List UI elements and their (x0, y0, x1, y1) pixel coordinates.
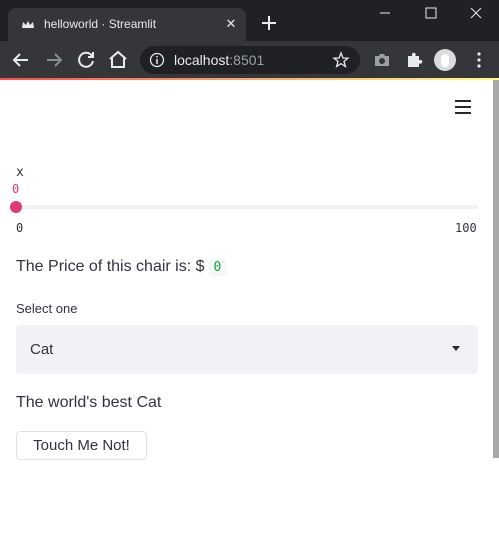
price-label: The Price of this chair is: $ (16, 258, 205, 275)
camera-icon[interactable] (372, 50, 392, 70)
extensions-icon[interactable] (404, 50, 424, 70)
best-text: The world's best Cat (16, 394, 162, 411)
profile-avatar[interactable] (434, 49, 456, 71)
reload-icon[interactable] (74, 48, 98, 72)
slider-current-value: 0 (12, 182, 20, 196)
new-tab-icon[interactable] (258, 12, 280, 34)
browser-tab-bar: helloworld · Streamlit ✕ (0, 0, 499, 41)
address-bar[interactable]: localhost:8501 (140, 46, 360, 74)
animal-select[interactable]: Cat (16, 325, 478, 374)
caret-down-icon (452, 346, 460, 351)
star-icon[interactable] (332, 51, 350, 69)
url-port: :8501 (229, 52, 265, 68)
select-label: Select one (16, 301, 78, 316)
price-value: 0 (208, 259, 227, 276)
streamlit-crown-icon (22, 21, 34, 28)
tab-close-icon[interactable]: ✕ (222, 15, 240, 33)
minimize-icon[interactable] (362, 0, 408, 30)
hamburger-menu-icon[interactable] (455, 99, 473, 115)
slider-label: x (16, 165, 24, 180)
select-value: Cat (30, 341, 54, 358)
profile-avatar-icon (441, 54, 449, 67)
forward-icon[interactable] (42, 48, 66, 72)
info-icon[interactable] (149, 52, 165, 68)
url-text: localhost:8501 (174, 52, 264, 68)
browser-tab[interactable]: helloworld · Streamlit ✕ (8, 8, 246, 41)
browser-toolbar: localhost:8501 (0, 41, 499, 78)
scrollbar[interactable] (493, 80, 499, 458)
price-text: The Price of this chair is: $0 (16, 258, 227, 276)
slider-track[interactable] (16, 205, 478, 209)
home-icon[interactable] (106, 48, 130, 72)
url-host: localhost (174, 52, 230, 68)
tab-title: helloworld · Streamlit (44, 17, 157, 31)
slider-thumb[interactable] (10, 201, 22, 213)
streamlit-app: x 0 0 100 The Price of this chair is: $0… (0, 80, 499, 550)
slider-max-label: 100 (455, 221, 477, 235)
slider-min-label: 0 (16, 221, 24, 235)
kebab-menu-icon[interactable] (469, 50, 489, 70)
maximize-icon[interactable] (408, 0, 454, 30)
touch-me-not-button[interactable]: Touch Me Not! (16, 431, 147, 460)
back-icon[interactable] (9, 48, 33, 72)
window-close-icon[interactable] (453, 0, 499, 30)
